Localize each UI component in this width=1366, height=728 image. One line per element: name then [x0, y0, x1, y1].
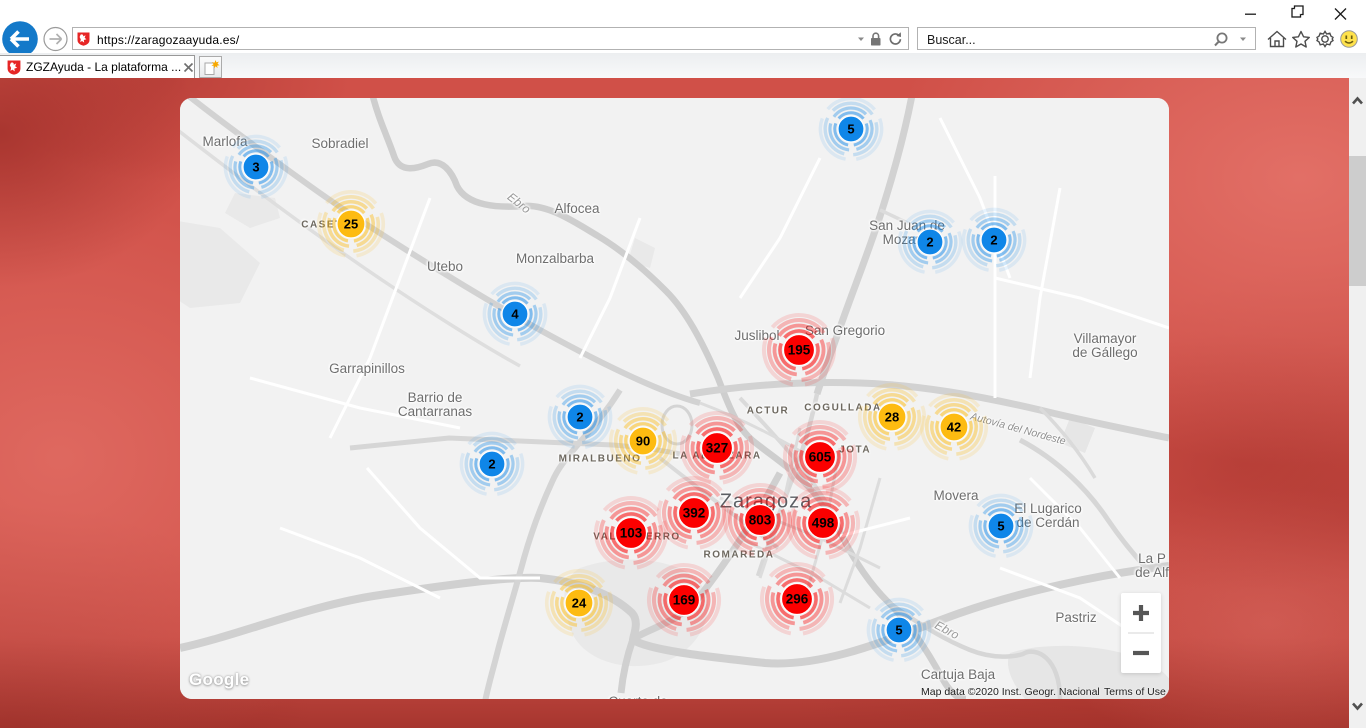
svg-text:605: 605	[809, 450, 832, 465]
svg-text:2: 2	[488, 457, 495, 472]
svg-text:103: 103	[620, 526, 643, 541]
svg-text:296: 296	[786, 592, 809, 607]
svg-text:2: 2	[990, 233, 997, 248]
svg-text:3: 3	[252, 160, 259, 175]
svg-text:2: 2	[926, 235, 933, 250]
svg-text:327: 327	[706, 441, 729, 456]
svg-text:42: 42	[947, 420, 961, 435]
svg-text:25: 25	[344, 217, 358, 232]
svg-text:24: 24	[572, 596, 587, 611]
svg-text:5: 5	[997, 519, 1004, 534]
svg-text:392: 392	[683, 506, 706, 521]
svg-text:2: 2	[576, 410, 583, 425]
svg-text:169: 169	[673, 593, 696, 608]
svg-text:498: 498	[812, 516, 835, 531]
svg-text:28: 28	[885, 410, 899, 425]
svg-text:4: 4	[511, 307, 519, 322]
svg-text:803: 803	[749, 513, 772, 528]
svg-text:5: 5	[895, 623, 902, 638]
svg-text:90: 90	[636, 434, 650, 449]
svg-text:195: 195	[788, 343, 811, 358]
svg-text:5: 5	[847, 122, 854, 137]
